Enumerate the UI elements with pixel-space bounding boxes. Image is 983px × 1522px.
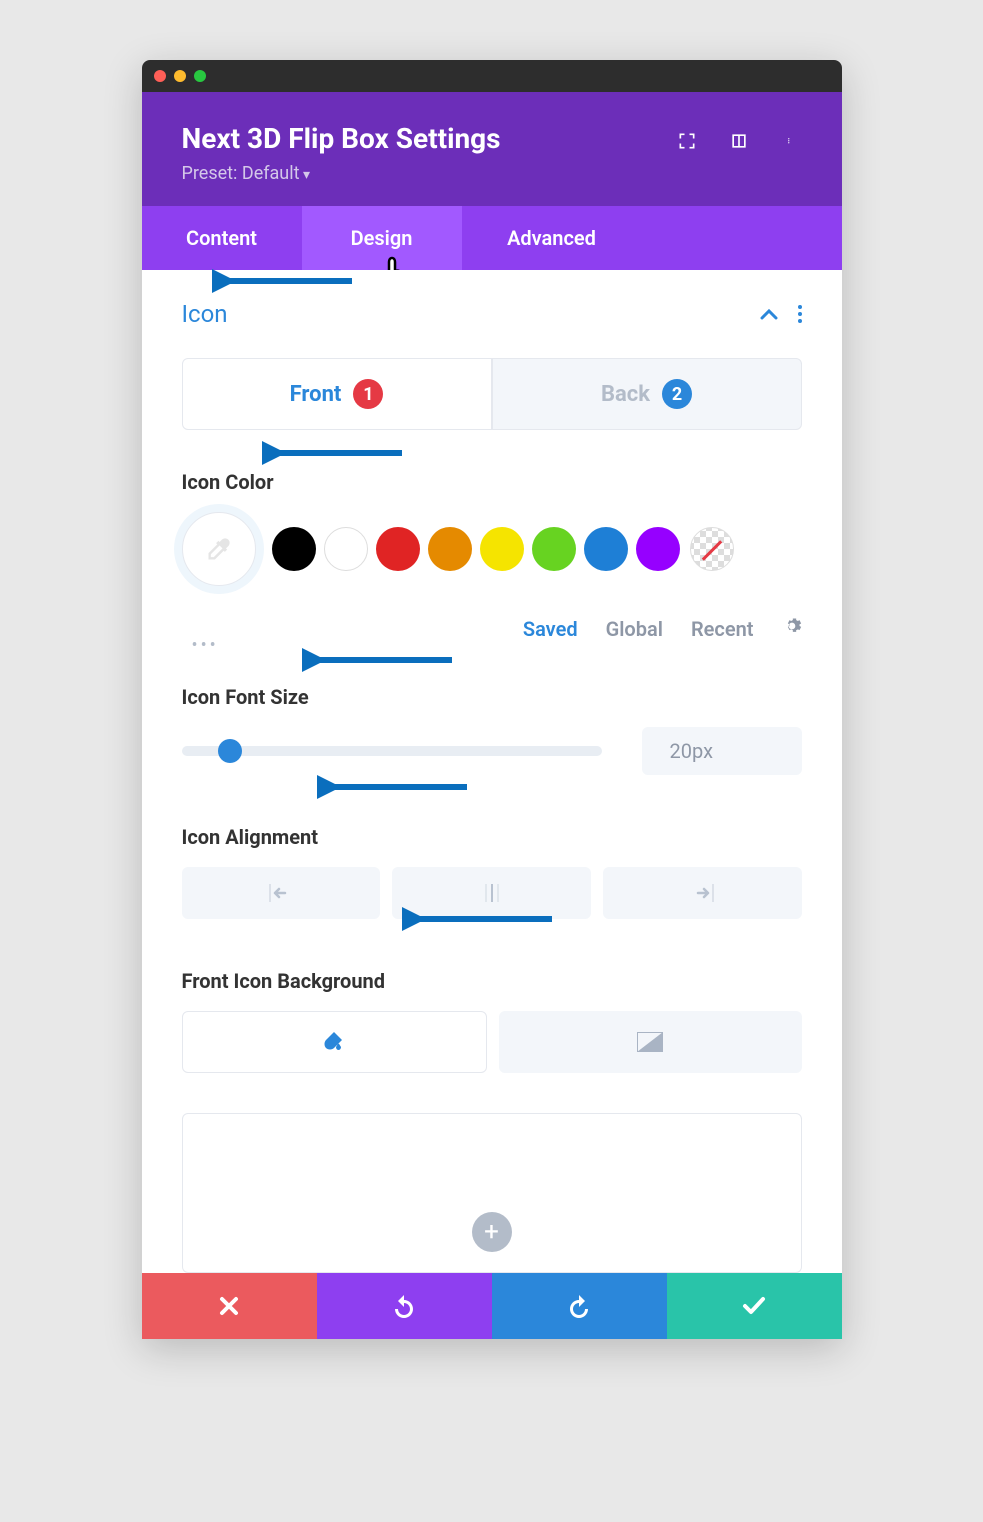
palette-tab-global[interactable]: Global <box>606 617 663 641</box>
bg-gradient-button[interactable] <box>499 1011 802 1073</box>
expand-icon[interactable] <box>676 130 698 152</box>
tab-design-label: Design <box>351 226 413 250</box>
swatch-0[interactable] <box>272 527 316 571</box>
tab-content[interactable]: Content <box>142 206 302 270</box>
swatch-5[interactable] <box>532 527 576 571</box>
annotation-arrow <box>262 438 412 468</box>
label-icon-alignment: Icon Alignment <box>182 825 802 849</box>
slider-thumb[interactable] <box>218 739 242 763</box>
palette-tab-recent[interactable]: Recent <box>691 617 754 641</box>
sub-tab-front-label: Front <box>290 382 342 407</box>
align-left-button[interactable] <box>182 867 381 919</box>
label-icon-font-size: Icon Font Size <box>182 685 802 709</box>
sub-tab-back[interactable]: Back 2 <box>492 358 802 430</box>
palette-tab-saved[interactable]: Saved <box>523 617 578 641</box>
annotation-arrow <box>212 266 362 296</box>
bg-fill-button[interactable] <box>182 1011 487 1073</box>
cancel-button[interactable] <box>142 1273 317 1339</box>
window-close-dot[interactable] <box>154 70 166 82</box>
font-size-input[interactable]: 20px <box>642 727 802 775</box>
font-size-slider[interactable] <box>182 746 602 756</box>
swatch-6[interactable] <box>584 527 628 571</box>
eyedropper-icon <box>205 535 233 563</box>
undo-button[interactable] <box>317 1273 492 1339</box>
alignment-buttons <box>182 867 802 919</box>
redo-button[interactable] <box>492 1273 667 1339</box>
modal-footer <box>142 1273 842 1339</box>
settings-window: Next 3D Flip Box Settings Preset: Defaul… <box>142 60 842 1339</box>
window-minimize-dot[interactable] <box>174 70 186 82</box>
annotation-arrow <box>317 772 477 802</box>
header-actions <box>676 130 802 152</box>
swatch-7[interactable] <box>636 527 680 571</box>
palette-tabs: Saved Global Recent <box>523 616 802 641</box>
palette-settings-icon[interactable] <box>782 616 802 641</box>
add-background-button[interactable]: + <box>472 1212 512 1252</box>
responsive-icon[interactable] <box>728 130 750 152</box>
badge-2: 2 <box>662 379 692 409</box>
window-maximize-dot[interactable] <box>194 70 206 82</box>
section-title-icon[interactable]: Icon <box>182 300 228 328</box>
background-preview: + <box>182 1113 802 1273</box>
swatch-none[interactable] <box>690 527 734 571</box>
more-menu-icon[interactable] <box>780 130 802 152</box>
modal-header: Next 3D Flip Box Settings Preset: Defaul… <box>142 92 842 206</box>
front-back-tabs: Front 1 Back 2 <box>182 358 802 430</box>
align-right-button[interactable] <box>603 867 802 919</box>
settings-panel: Icon Front 1 Back 2 Icon Color <box>142 270 842 1273</box>
label-icon-color: Icon Color <box>182 470 802 494</box>
sub-tab-back-label: Back <box>601 382 650 407</box>
more-colors-icon[interactable]: ••• <box>182 631 229 660</box>
badge-1: 1 <box>353 379 383 409</box>
sub-tab-front[interactable]: Front 1 <box>182 358 492 430</box>
main-tabs: Content Design Advanced <box>142 206 842 270</box>
font-size-control: 20px <box>182 727 802 775</box>
save-button[interactable] <box>667 1273 842 1339</box>
align-center-button[interactable] <box>392 867 591 919</box>
swatch-3[interactable] <box>428 527 472 571</box>
section-menu-icon[interactable] <box>798 305 802 323</box>
swatch-1[interactable] <box>324 527 368 571</box>
tab-advanced[interactable]: Advanced <box>462 206 642 270</box>
background-type-buttons <box>182 1011 802 1073</box>
collapse-icon[interactable] <box>760 305 778 324</box>
swatch-4[interactable] <box>480 527 524 571</box>
swatch-2[interactable] <box>376 527 420 571</box>
window-title-bar <box>142 60 842 92</box>
color-swatch-row <box>182 512 802 586</box>
section-header: Icon <box>182 300 802 328</box>
color-picker-button[interactable] <box>182 512 256 586</box>
preset-dropdown[interactable]: Preset: Default <box>182 163 802 184</box>
label-front-icon-bg: Front Icon Background <box>182 969 802 993</box>
tab-design[interactable]: Design <box>302 206 462 270</box>
